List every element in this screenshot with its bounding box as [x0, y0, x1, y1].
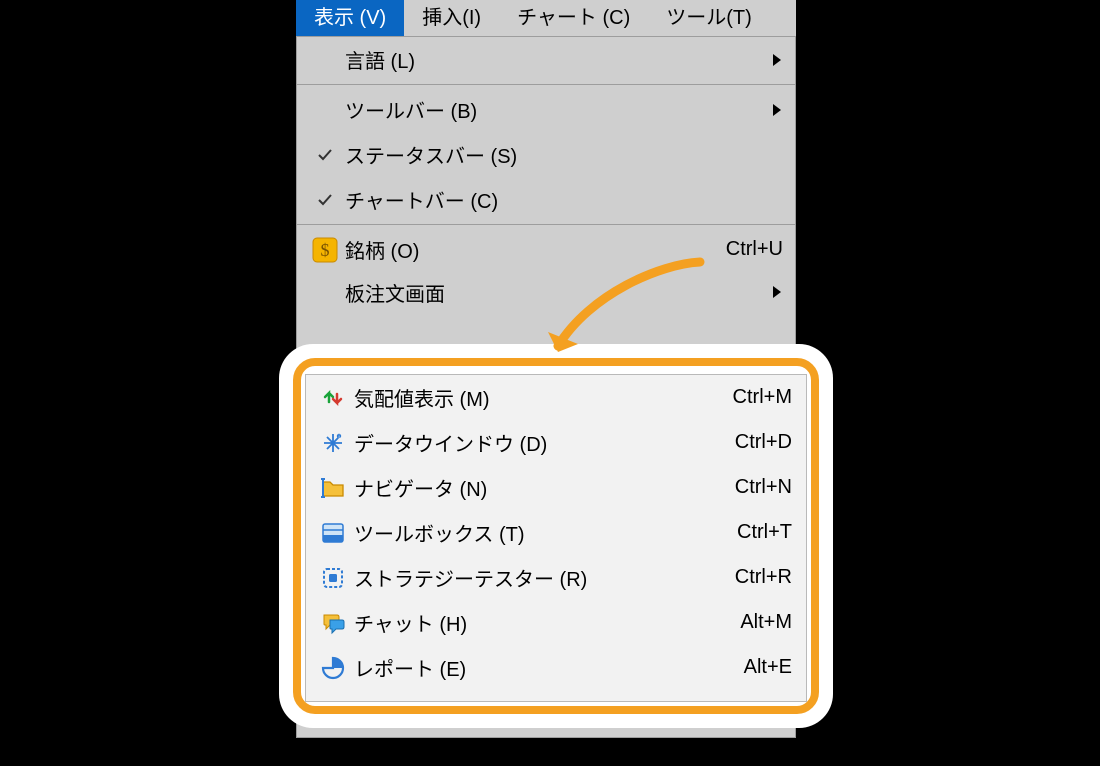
callout-menu: 気配値表示 (M) Ctrl+M i データウインドウ (D) Ctrl+D ナ…: [305, 374, 807, 702]
menu-chartbar[interactable]: チャートバー (C): [297, 177, 795, 222]
strategytester-icon: [312, 555, 354, 600]
menu-toolbar[interactable]: ツールバー (B): [297, 87, 795, 132]
menu-strategytester-accel: Ctrl+R: [723, 566, 792, 589]
svg-text:$: $: [321, 240, 330, 260]
menu-navigator-label: ナビゲータ (N): [354, 473, 723, 502]
menu-datawindow-label: データウインドウ (D): [354, 428, 723, 457]
navigator-icon: [312, 465, 354, 510]
separator: [297, 84, 795, 85]
menubar: 表示 (V) 挿入(I) チャート (C) ツール(T): [296, 0, 796, 37]
marketwatch-icon: [312, 375, 354, 420]
menu-statusbar-label: ステータスバー (S): [345, 140, 783, 169]
submenu-arrow-icon: [773, 54, 781, 66]
menu-marketwatch-accel: Ctrl+M: [721, 386, 792, 409]
report-icon: [312, 645, 354, 690]
menubar-chart[interactable]: チャート (C): [499, 0, 648, 36]
menu-symbols-label: 銘柄 (O): [345, 235, 714, 264]
check-icon: [314, 189, 336, 211]
menu-order[interactable]: 板注文画面: [297, 272, 795, 312]
chat-icon: [312, 600, 354, 645]
menu-chartbar-label: チャートバー (C): [345, 185, 783, 214]
menu-symbols-accel: Ctrl+U: [714, 238, 783, 261]
menu-marketwatch-label: 気配値表示 (M): [354, 383, 721, 412]
menu-chat-accel: Alt+M: [728, 611, 792, 634]
datawindow-icon: i: [312, 420, 354, 465]
menubar-tool[interactable]: ツール(T): [648, 0, 770, 36]
menu-chat-label: チャット (H): [354, 608, 728, 637]
menu-order-label: 板注文画面: [345, 278, 761, 307]
submenu-arrow-icon: [773, 104, 781, 116]
menu-report-label: レポート (E): [354, 653, 732, 682]
menu-report-accel: Alt+E: [732, 656, 792, 679]
menu-toolbox-label: ツールボックス (T): [354, 518, 725, 547]
menu-chat[interactable]: チャット (H) Alt+M: [306, 600, 806, 645]
menu-datawindow-accel: Ctrl+D: [723, 431, 792, 454]
separator: [297, 224, 795, 225]
menu-statusbar[interactable]: ステータスバー (S): [297, 132, 795, 177]
menu-strategytester[interactable]: ストラテジーテスター (R) Ctrl+R: [306, 555, 806, 600]
menubar-view[interactable]: 表示 (V): [296, 0, 404, 36]
menu-marketwatch[interactable]: 気配値表示 (M) Ctrl+M: [306, 375, 806, 420]
svg-text:i: i: [338, 434, 339, 440]
callout-box: 気配値表示 (M) Ctrl+M i データウインドウ (D) Ctrl+D ナ…: [287, 352, 825, 720]
menu-language-label: 言語 (L): [345, 45, 761, 74]
menu-navigator-accel: Ctrl+N: [723, 476, 792, 499]
stage: 表示 (V) 挿入(I) チャート (C) ツール(T) 言語 (L) ツールバ…: [0, 0, 1100, 766]
dollar-icon: $: [305, 227, 345, 272]
menu-navigator[interactable]: ナビゲータ (N) Ctrl+N: [306, 465, 806, 510]
menu-toolbox[interactable]: ツールボックス (T) Ctrl+T: [306, 510, 806, 555]
menu-symbols[interactable]: $ 銘柄 (O) Ctrl+U: [297, 227, 795, 272]
submenu-arrow-icon: [773, 286, 781, 298]
menu-toolbox-accel: Ctrl+T: [725, 521, 792, 544]
menu-datawindow[interactable]: i データウインドウ (D) Ctrl+D: [306, 420, 806, 465]
menu-strategytester-label: ストラテジーテスター (R): [354, 563, 723, 592]
toolbox-icon: [312, 510, 354, 555]
menu-toolbar-label: ツールバー (B): [345, 95, 761, 124]
menu-language[interactable]: 言語 (L): [297, 37, 795, 82]
menu-report[interactable]: レポート (E) Alt+E: [306, 645, 806, 690]
menubar-insert[interactable]: 挿入(I): [404, 0, 499, 36]
check-icon: [314, 144, 336, 166]
